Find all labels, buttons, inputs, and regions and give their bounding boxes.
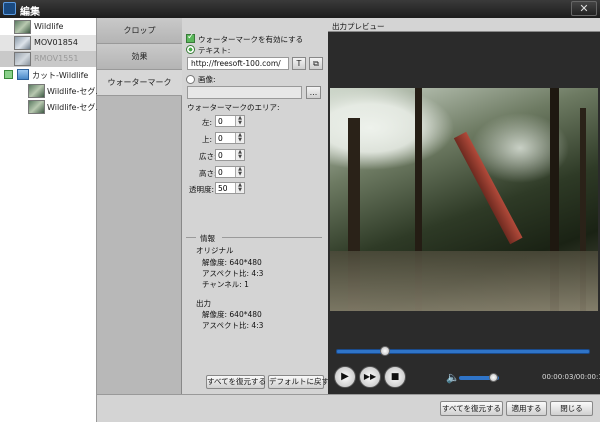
media-list: Wildlife MOV01854 RMOV1551 カット-Wildlife …	[0, 18, 103, 422]
left-value: 0	[218, 117, 223, 126]
preview-video	[330, 88, 598, 311]
seek-bar[interactable]	[336, 346, 590, 356]
edit-tabs: クロップ 効果 ウォーターマーク	[97, 18, 182, 422]
width-label: 広さ:	[199, 152, 217, 161]
spinner-arrows-icon[interactable]: ▲ ▼	[235, 167, 244, 177]
volume-icon[interactable]: 🔈	[446, 371, 460, 384]
original-resolution: 解像度: 640*480	[202, 258, 262, 267]
width-spinner[interactable]: 0 ▲ ▼	[215, 149, 245, 161]
original-channels: チャンネル: 1	[202, 280, 249, 289]
image-radio-label: 画像:	[198, 75, 216, 84]
width-value: 0	[218, 151, 223, 160]
top-value: 0	[218, 134, 223, 143]
spinner-arrows-icon[interactable]: ▲ ▼	[235, 133, 244, 143]
media-item-mov01854[interactable]: MOV01854	[0, 35, 96, 51]
media-item-label: Wildlife-セグ…	[47, 103, 104, 112]
spinner-arrows-icon[interactable]: ▲ ▼	[235, 116, 244, 126]
reset-default-button[interactable]: デフォルトに戻す	[268, 375, 329, 389]
apply-button[interactable]: 適用する	[506, 401, 547, 416]
fallen-tree	[453, 131, 523, 245]
text-radio[interactable]	[186, 45, 195, 54]
original-label: オリジナル	[196, 246, 234, 255]
video-thumbnail	[14, 36, 31, 50]
opacity-spinner[interactable]: 50 ▲ ▼	[215, 182, 245, 194]
opacity-value: 50	[218, 184, 228, 193]
seek-thumb[interactable]	[380, 346, 391, 356]
media-item-label: MOV01854	[34, 38, 78, 47]
restore-all-settings-button[interactable]: すべてを復元する	[206, 375, 266, 389]
tab-effect[interactable]: 効果	[97, 44, 182, 70]
left-label: 左:	[202, 118, 213, 127]
volume-slider[interactable]	[459, 373, 499, 382]
height-spinner[interactable]: 0 ▲ ▼	[215, 166, 245, 178]
info-title: 情報	[200, 234, 215, 243]
video-thumbnail	[28, 100, 45, 114]
folder-icon	[17, 69, 29, 80]
height-value: 0	[218, 168, 223, 177]
media-item-label: カット-Wildlife	[32, 71, 89, 80]
image-path-input[interactable]	[187, 86, 302, 99]
media-item-cut-wildlife[interactable]: カット-Wildlife	[0, 67, 96, 83]
text-radio-label: テキスト:	[198, 46, 231, 55]
watermark-text-input[interactable]: http://freesoft-100.com/	[187, 57, 289, 70]
info-divider-left	[186, 237, 196, 238]
info-divider-right	[222, 237, 322, 238]
height-label: 高さ:	[199, 169, 217, 178]
original-aspect-ratio: アスペクト比: 4:3	[202, 269, 264, 278]
tab-crop[interactable]: クロップ	[97, 18, 182, 44]
enable-watermark-checkbox[interactable]	[186, 32, 195, 43]
restore-all-button[interactable]: すべてを復元する	[440, 401, 503, 416]
spinner-arrows-icon[interactable]: ▲ ▼	[235, 150, 244, 160]
watermark-area-label: ウォーターマークのエリア:	[187, 103, 280, 112]
opacity-label: 透明度:	[189, 185, 215, 194]
watermark-settings: ウォーターマークを有効にする テキスト: http://freesoft-100…	[182, 18, 329, 394]
expand-toggle[interactable]	[4, 70, 13, 79]
close-window-button[interactable]: ✕	[571, 1, 597, 16]
stop-button[interactable]: ■	[384, 366, 406, 388]
top-spinner[interactable]: 0 ▲ ▼	[215, 132, 245, 144]
media-item-wildlife[interactable]: Wildlife	[0, 19, 96, 35]
play-button[interactable]: ▶	[334, 366, 356, 388]
video-thumbnail	[28, 84, 45, 98]
output-aspect-ratio: アスペクト比: 4:3	[202, 321, 264, 330]
bottom-bar: すべてを復元する 適用する 閉じる	[97, 394, 600, 422]
left-spinner[interactable]: 0 ▲ ▼	[215, 115, 245, 127]
enable-watermark-label: ウォーターマークを有効にする	[198, 35, 304, 44]
window-title: 編集	[20, 7, 40, 18]
media-item-segment-1[interactable]: Wildlife-セグ…	[0, 83, 103, 99]
media-item-rmov1551[interactable]: RMOV1551	[0, 51, 96, 67]
edit-window: 編集 ✕ Wildlife MOV01854 RMOV1551 カット-Wild…	[0, 0, 600, 422]
video-thumbnail	[14, 20, 31, 34]
fast-forward-button[interactable]: ▶▶	[359, 366, 381, 388]
image-radio[interactable]	[186, 75, 195, 84]
top-label: 上:	[202, 135, 213, 144]
media-item-segment-2[interactable]: Wildlife-セグ…	[0, 99, 103, 115]
volume-thumb[interactable]	[489, 373, 498, 382]
text-style-button[interactable]: ⧉	[309, 57, 323, 70]
media-item-label: RMOV1551	[34, 54, 79, 63]
output-preview: 出力プレビュー ▶ ▶▶ ■ 🔈 00:00:03/00:00:16	[328, 18, 600, 394]
output-resolution: 解像度: 640*480	[202, 310, 262, 319]
timecode: 00:00:03/00:00:16	[542, 373, 600, 381]
text-font-button[interactable]: T	[292, 57, 306, 70]
preview-title: 出力プレビュー	[328, 18, 600, 32]
app-icon	[3, 2, 16, 15]
media-item-label: Wildlife	[34, 22, 64, 31]
browse-image-button[interactable]: ...	[306, 86, 321, 99]
spinner-arrows-icon[interactable]: ▲ ▼	[235, 183, 244, 193]
media-item-label: Wildlife-セグ…	[47, 87, 104, 96]
forest-floor	[330, 251, 598, 311]
title-bar: 編集 ✕	[0, 0, 600, 18]
video-thumbnail	[14, 52, 31, 66]
close-button[interactable]: 閉じる	[550, 401, 593, 416]
tab-watermark[interactable]: ウォーターマーク	[97, 70, 182, 96]
output-label: 出力	[196, 299, 211, 308]
